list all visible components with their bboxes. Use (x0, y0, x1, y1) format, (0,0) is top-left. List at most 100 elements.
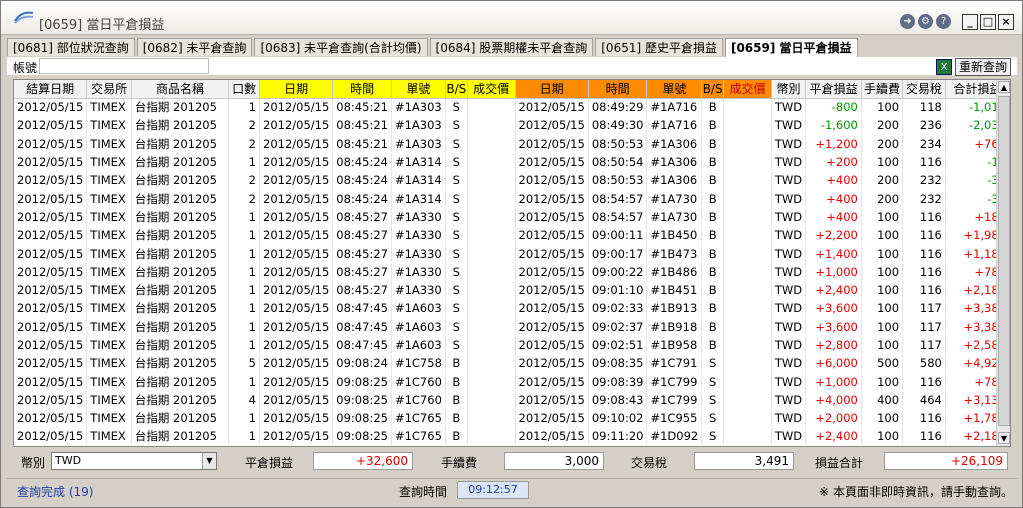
table-cell: 1 (228, 244, 260, 264)
table-cell: #1B486 (646, 262, 703, 282)
table-cell (467, 189, 516, 209)
table-cell: B (445, 409, 468, 428)
table-cell (723, 390, 772, 410)
table-cell: 232 (902, 189, 946, 209)
export-icon[interactable]: ➜ (900, 14, 915, 29)
table-row[interactable]: 2012/05/15 TIMEX 台指期 201205 1 2012/05/15 08:4… (14, 207, 1010, 227)
minimize-button[interactable]: _ (962, 14, 978, 30)
table-row[interactable]: 2012/05/15 TIMEX 台指期 201205 2 2012/05/15 08:4… (14, 134, 1010, 154)
table-cell (723, 354, 772, 373)
column-header[interactable]: 手續費 (861, 80, 904, 99)
title-bar[interactable]: [0659] 當日平倉損益 ➜ ⚙ ? _ □ × (1, 1, 1022, 35)
chevron-down-icon[interactable]: ▼ (202, 453, 216, 469)
tab-0683[interactable]: [0683] 未平倉查詢(合計均價) (254, 38, 428, 56)
table-cell: 09:00:11 (588, 226, 648, 245)
table-cell: #1B918 (646, 317, 703, 337)
tab-0682[interactable]: [0682] 未平倉查詢 (136, 38, 253, 56)
table-row[interactable]: 2012/05/15 TIMEX 台指期 201205 1 2012/05/15 09:0… (14, 409, 1010, 428)
tab-0659[interactable]: [0659] 當日平倉損益 (724, 38, 858, 57)
table-row[interactable]: 2012/05/15 TIMEX 台指期 201205 1 2012/05/15 08:4… (14, 152, 1010, 172)
table-cell: 2012/05/15 (14, 262, 88, 282)
table-cell: 232 (902, 171, 946, 190)
table-row[interactable]: 2012/05/15 TIMEX 台指期 201205 1 2012/05/15 08:4… (14, 299, 1010, 319)
tab-0681[interactable]: [0681] 部位狀況查詢 (7, 38, 135, 56)
table-cell: 1 (228, 427, 260, 446)
table-cell: 117 (902, 335, 946, 355)
table-cell: 2012/05/15 (259, 134, 334, 154)
settings-icon[interactable]: ⚙ (918, 14, 933, 29)
excel-icon[interactable]: X (936, 59, 952, 75)
table-cell: #1A303 (391, 98, 446, 117)
currency-select[interactable]: TWD ▼ (51, 452, 217, 470)
account-field[interactable] (39, 58, 209, 74)
table-row[interactable]: 2012/05/15 TIMEX 台指期 201205 2 2012/05/15 08:4… (14, 116, 1010, 136)
column-header[interactable]: 日期 (515, 80, 589, 99)
column-header[interactable]: 單號 (646, 80, 703, 99)
column-header[interactable]: 商品名稱 (131, 80, 230, 99)
close-button[interactable]: × (998, 14, 1014, 30)
table-row[interactable]: 2012/05/15 TIMEX 台指期 201205 1 2012/05/15 08:4… (14, 280, 1010, 300)
vertical-scrollbar[interactable]: ▲ ▼ (996, 80, 1010, 446)
table-cell: 08:45:21 (332, 134, 392, 154)
table-cell (723, 409, 772, 428)
table-cell: +1,200 (805, 134, 862, 154)
table-row[interactable]: 2012/05/15 TIMEX 台指期 201205 1 2012/05/15 09:0… (14, 427, 1010, 446)
column-header[interactable]: 日期 (259, 80, 334, 99)
table-cell: 1 (228, 152, 260, 172)
table-cell: #1C765 (391, 427, 446, 446)
maximize-button[interactable]: □ (980, 14, 996, 30)
table-cell: #1A303 (391, 116, 446, 136)
column-header[interactable]: 幣別 (771, 80, 807, 99)
table-cell: 2012/05/15 (259, 335, 334, 355)
column-header[interactable]: 成交價 (723, 80, 772, 99)
table-cell: #1A306 (646, 134, 703, 154)
table-row[interactable]: 2012/05/15 TIMEX 台指期 201205 4 2012/05/15 09:0… (14, 390, 1010, 410)
column-header[interactable]: 交易所 (86, 80, 132, 99)
table-row[interactable]: 2012/05/15 TIMEX 台指期 201205 1 2012/05/15 08:4… (14, 226, 1010, 245)
table-cell: +400 (805, 207, 862, 227)
column-header[interactable]: B/S (445, 80, 468, 99)
table-cell: 200 (861, 134, 904, 154)
table-cell: TIMEX (86, 427, 132, 446)
table-cell: 08:54:57 (588, 189, 648, 209)
column-header[interactable]: 口數 (228, 80, 260, 99)
table-cell: 2012/05/15 (515, 189, 589, 209)
scroll-up-icon[interactable]: ▲ (998, 81, 1010, 93)
table-cell: 200 (861, 189, 904, 209)
table-row[interactable]: 2012/05/15 TIMEX 台指期 201205 1 2012/05/15 08:4… (14, 317, 1010, 337)
table-row[interactable]: 2012/05/15 TIMEX 台指期 201205 1 2012/05/15 08:4… (14, 262, 1010, 282)
table-cell: 116 (902, 226, 946, 245)
requery-button[interactable]: 重新查詢 (955, 58, 1011, 76)
table-cell: +2,800 (805, 335, 862, 355)
column-header[interactable]: 平倉損益 (805, 80, 862, 99)
table-row[interactable]: 2012/05/15 TIMEX 台指期 201205 1 2012/05/15 08:4… (14, 335, 1010, 355)
table-cell: TWD (771, 134, 807, 154)
tab-0684[interactable]: [0684] 股票期權未平倉查詢 (429, 38, 594, 56)
column-header[interactable]: 時間 (588, 80, 648, 99)
currency-value: TWD (55, 454, 82, 467)
column-header[interactable]: 結算日期 (14, 80, 88, 99)
table-cell (467, 409, 516, 428)
tab-0651[interactable]: [0651] 歷史平倉損益 (595, 38, 723, 56)
table-row[interactable]: 2012/05/15 TIMEX 台指期 201205 5 2012/05/15 09:0… (14, 354, 1010, 373)
column-header[interactable]: 單號 (391, 80, 446, 99)
column-header[interactable]: 時間 (332, 80, 392, 99)
table-row[interactable]: 2012/05/15 TIMEX 台指期 201205 1 2012/05/15 09:0… (14, 372, 1010, 392)
closed-position-grid[interactable]: 結算日期 交易所 商品名稱 口數 日期 時間 單號 B/S 成交價 日期 時間 單號 B/S 成交價 幣別平… (13, 79, 1011, 447)
table-cell: #1B913 (646, 299, 703, 319)
scroll-thumb[interactable] (998, 96, 1010, 426)
table-row[interactable]: 2012/05/15 TIMEX 台指期 201205 2 2012/05/15 08:4… (14, 189, 1010, 209)
help-icon[interactable]: ? (936, 14, 951, 29)
table-row[interactable]: 2012/05/15 TIMEX 台指期 201205 1 2012/05/15 08:4… (14, 98, 1010, 117)
table-cell: 100 (861, 152, 904, 172)
column-header[interactable]: 交易稅 (902, 80, 946, 99)
table-cell: +2,000 (805, 409, 862, 428)
table-row[interactable]: 2012/05/15 TIMEX 台指期 201205 2 2012/05/15 08:4… (14, 171, 1010, 190)
column-header[interactable]: B/S (701, 80, 725, 99)
table-row[interactable]: 2012/05/15 TIMEX 台指期 201205 1 2012/05/15 08:4… (14, 244, 1010, 264)
column-header[interactable]: 成交價 (467, 80, 516, 99)
scroll-down-icon[interactable]: ▼ (998, 432, 1010, 444)
table-cell: 2012/05/15 (259, 317, 334, 337)
table-cell: +4,000 (805, 390, 862, 410)
table-cell: TWD (771, 116, 807, 136)
